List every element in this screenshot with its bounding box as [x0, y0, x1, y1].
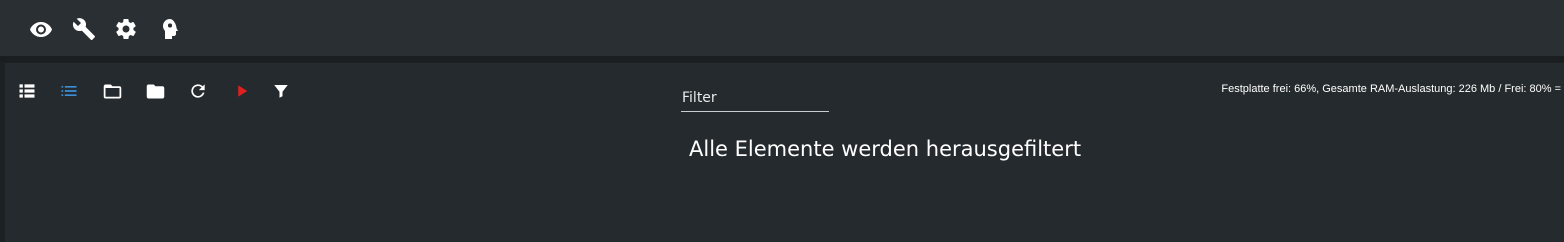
gear-icon[interactable] [113, 16, 139, 42]
folder-outline-icon[interactable] [101, 80, 123, 102]
filter-input[interactable] [681, 85, 829, 109]
header-divider [0, 56, 1564, 62]
top-navigation-bar [0, 0, 1564, 56]
refresh-icon[interactable] [187, 80, 209, 102]
system-status-text: Festplatte frei: 66%, Gesamte RAM-Auslas… [1221, 83, 1561, 95]
head-profile-icon[interactable] [156, 16, 182, 42]
filter-icon[interactable] [270, 80, 292, 102]
list-table-icon[interactable] [16, 80, 38, 102]
folder-filled-icon[interactable] [144, 80, 166, 102]
empty-state-message: Alle Elemente werden herausgefiltert [689, 137, 1082, 161]
filter-field [681, 85, 829, 112]
play-icon[interactable] [231, 80, 253, 102]
eye-icon[interactable] [28, 16, 54, 42]
list-lines-icon[interactable] [58, 80, 80, 102]
wrench-icon[interactable] [71, 16, 97, 42]
main-panel: Festplatte frei: 66%, Gesamte RAM-Auslas… [5, 63, 1564, 242]
